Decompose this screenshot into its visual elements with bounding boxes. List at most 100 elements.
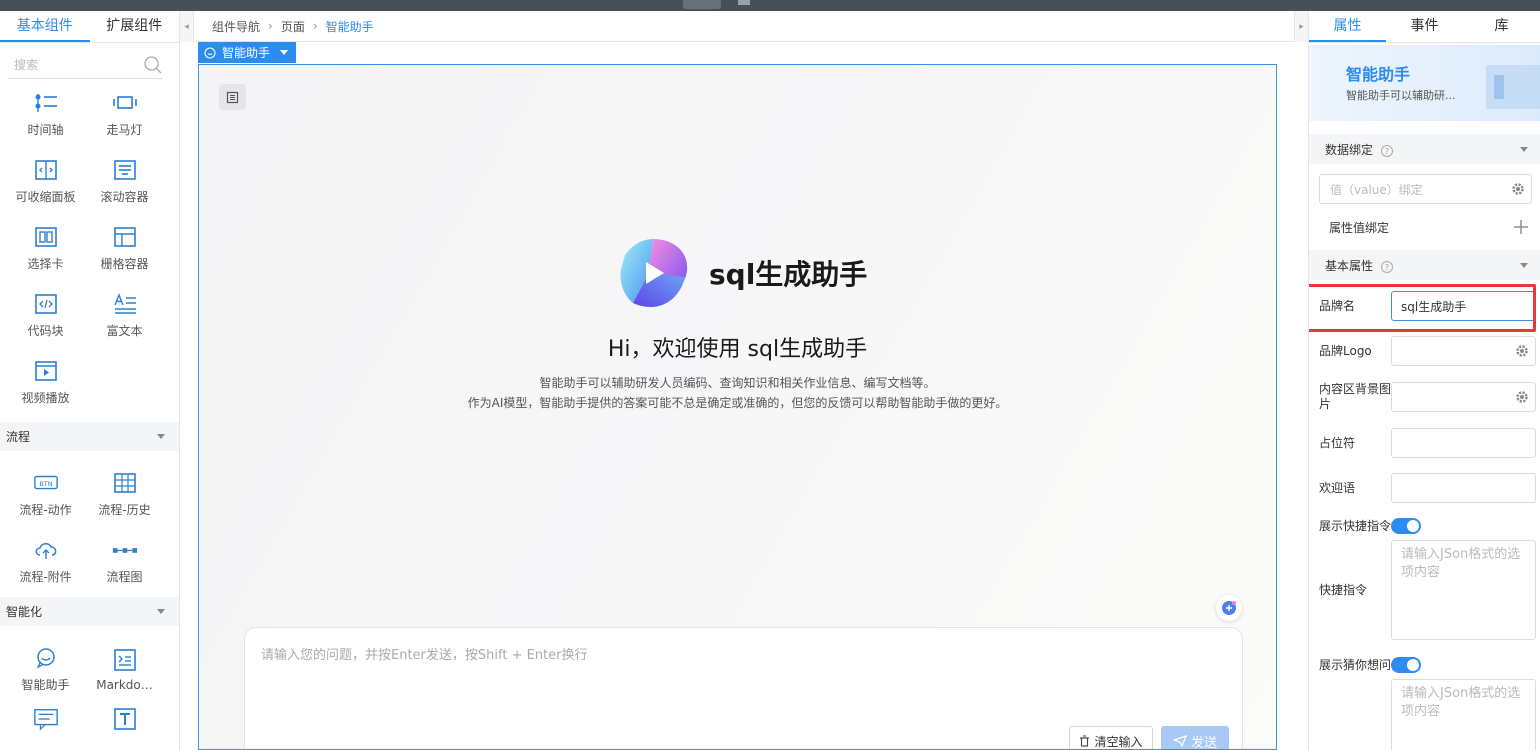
tab-extended-components[interactable]: 扩展组件 [90,11,180,42]
top-bar-handle[interactable] [683,0,721,9]
attr-bind-row: 属性值绑定 [1309,204,1540,250]
component-markdown[interactable]: Markdo… [85,636,164,703]
smart-assistant-preview[interactable]: sql生成助手 Hi，欢迎使用 sql生成助手 智能助手可以辅助研发人员编码、查… [198,64,1277,750]
tab-basic-components[interactable]: 基本组件 [0,11,90,42]
component-tabs[interactable]: 选择卡 [6,215,85,282]
prop-label: 品牌名 [1319,298,1356,313]
component-grid-container[interactable]: 栅格容器 [85,215,164,282]
property-tabs: 属性 事件 库 [1309,11,1540,43]
section-data-binding-header: 数据绑定? [1325,141,1394,158]
tab-properties[interactable]: 属性 [1309,11,1386,42]
placeholder-input[interactable] [1391,428,1536,458]
component-label: 视频播放 [21,391,70,405]
section-basic-props[interactable]: 基本属性? [1309,250,1540,280]
plus-icon[interactable] [1514,220,1528,234]
component-flow-history[interactable]: 流程-历史 [85,461,164,528]
send-button[interactable]: 发送 [1161,726,1229,749]
banner-title: 智能助手 [1346,65,1411,84]
component-banner: 智能助手 智能助手可以辅助研... [1309,45,1540,121]
smart-assistant-icon [204,46,216,59]
new-chat-button[interactable] [1216,595,1242,621]
section-data-binding[interactable]: 数据绑定? [1309,134,1540,164]
banner-illustration [1486,65,1540,109]
breadcrumb-item[interactable]: 页面 [281,18,305,35]
brand-logo-input[interactable] [1391,336,1536,366]
search-input[interactable]: 搜索 [8,51,163,79]
breadcrumb: 组件导航 › 页面 › 智能助手 [194,11,1294,42]
component-carousel[interactable]: 走马灯 [85,81,164,148]
gear-icon[interactable] [1511,182,1525,196]
component-text[interactable] [85,703,164,750]
description-line: 作为AI模型，智能助手提供的答案可能不总是确定或准确的，但您的反馈可以帮助智能助… [467,396,1008,410]
tab-library[interactable]: 库 [1463,11,1540,42]
gear-icon[interactable] [1515,390,1529,404]
component-label: 流程-附件 [19,570,72,584]
component-label: 代码块 [27,324,64,338]
property-panel: 属性 事件 库 智能助手 智能助手可以辅助研... 数据绑定? 值（value）… [1308,11,1540,750]
top-bar-marker [738,0,750,5]
component-timeline[interactable]: 时间轴 [6,81,85,148]
history-button[interactable] [219,84,246,110]
prop-show-guess: 展示猜你想问 [1309,655,1540,675]
description: 智能助手可以辅助研发人员编码、查询知识和相关作业信息、编写文档等。 作为AI模型… [199,373,1276,413]
prop-label: 内容区背景图片 [1319,382,1392,411]
component-label: 智能助手 [21,678,70,692]
prop-label: 展示快捷指令 [1319,518,1392,533]
help-icon[interactable]: ? [1381,261,1394,273]
component-video-player[interactable]: 视频播放 [6,349,85,416]
breadcrumb-item[interactable]: 组件导航 [212,18,260,35]
send-icon [1172,735,1187,747]
show-quick-toggle[interactable] [1391,518,1421,534]
chevron-right-icon: › [312,19,318,33]
design-canvas: 智能助手 sql生成助手 Hi，欢迎使用 sql生成助手 智能助手可以辅助研发人 [194,42,1308,750]
section-flow[interactable]: 流程 [0,422,179,451]
component-smart-assistant[interactable]: 智能助手 [6,636,85,703]
show-guess-toggle[interactable] [1391,657,1421,673]
collapse-right-button[interactable]: ▸ [1294,11,1308,42]
brand-name-input[interactable]: sql生成助手 [1391,291,1536,321]
component-label: 流程-动作 [19,503,72,517]
breadcrumb-current: 智能助手 [325,19,374,34]
selected-component-tag[interactable]: 智能助手 [198,42,297,63]
grid-container-icon [112,225,138,249]
welcome-input[interactable] [1391,473,1536,503]
component-label: 栅格容器 [100,257,149,271]
attr-bind-label: 属性值绑定 [1329,220,1390,235]
component-label: 流程-历史 [98,503,151,517]
component-label: 流程图 [106,570,143,584]
trash-icon [1080,735,1090,747]
help-icon[interactable]: ? [1381,145,1394,157]
smart-assistant-icon [33,646,59,670]
flow-attachment-icon [33,538,59,562]
collapse-left-button[interactable]: ◂ [180,11,194,42]
timeline-icon [33,91,59,115]
component-chat-list[interactable] [6,703,85,750]
chevron-right-icon: › [268,19,273,33]
component-flow-action[interactable]: BTN 流程-动作 [6,461,85,528]
bg-image-input[interactable] [1391,382,1536,412]
prop-bg-image: 内容区背景图片 [1309,382,1540,412]
section-ai[interactable]: 智能化 [0,597,179,626]
value-bind-input[interactable]: 值（value）绑定 [1319,174,1532,204]
prop-welcome: 欢迎语 [1309,473,1540,503]
gear-icon[interactable] [1515,344,1529,358]
question-input[interactable]: 请输入您的问题，并按Enter发送，按Shift + Enter换行 清空输入 … [244,627,1243,749]
component-label: 走马灯 [106,123,143,137]
flow-history-icon [112,471,138,495]
prop-placeholder: 占位符 [1309,428,1540,458]
welcome-text: Hi，欢迎使用 sql生成助手 [607,337,868,362]
flowchart-icon [112,538,138,562]
component-code-block[interactable]: 代码块 [6,282,85,349]
component-flow-attachment[interactable]: 流程-附件 [6,528,85,595]
component-scroll-container[interactable]: 滚动容器 [85,148,164,215]
clear-input-button[interactable]: 清空输入 [1069,726,1153,749]
component-collapse-panel[interactable]: 可收缩面板 [6,148,85,215]
tab-events[interactable]: 事件 [1386,11,1463,42]
guess-questions-textarea[interactable]: 请输入JSon格式的选项内容 [1391,679,1536,750]
component-rich-text[interactable]: 富文本 [85,282,164,349]
quick-commands-textarea[interactable]: 请输入JSon格式的选项内容 [1391,540,1536,640]
prop-brand-logo: 品牌Logo [1309,336,1540,366]
component-flowchart[interactable]: 流程图 [85,528,164,595]
banner-subtitle: 智能助手可以辅助研... [1346,89,1456,102]
brand-logo-icon [620,239,688,307]
